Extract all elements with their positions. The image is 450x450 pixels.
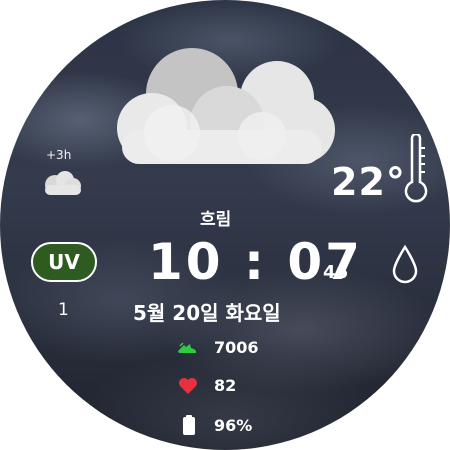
small-cloud-icon[interactable] [41,170,83,196]
watch-face: +3h 22° 흐림 UV 1 10 : 07 46 5월 20일 화요일 70… [0,0,450,450]
forecast-label: +3h [46,148,72,162]
battery-value: 96% [214,416,253,435]
clock-seconds: 46 [323,262,349,283]
battery-icon[interactable] [180,414,202,436]
uv-badge[interactable]: UV [31,242,97,282]
shoe-icon[interactable] [176,336,198,358]
uv-value: 1 [58,300,69,320]
date-label: 5월 20일 화요일 [133,301,281,325]
steps-value: 7006 [214,338,259,357]
cloudy-icon[interactable] [112,48,337,168]
thermometer-icon [404,134,428,203]
heart-icon[interactable] [177,375,199,397]
weather-condition: 흐림 [200,210,232,230]
uv-label: UV [48,250,80,274]
water-drop-icon[interactable] [390,244,420,284]
temperature-value[interactable]: 22° [331,160,406,204]
heart-rate-value: 82 [214,376,237,395]
